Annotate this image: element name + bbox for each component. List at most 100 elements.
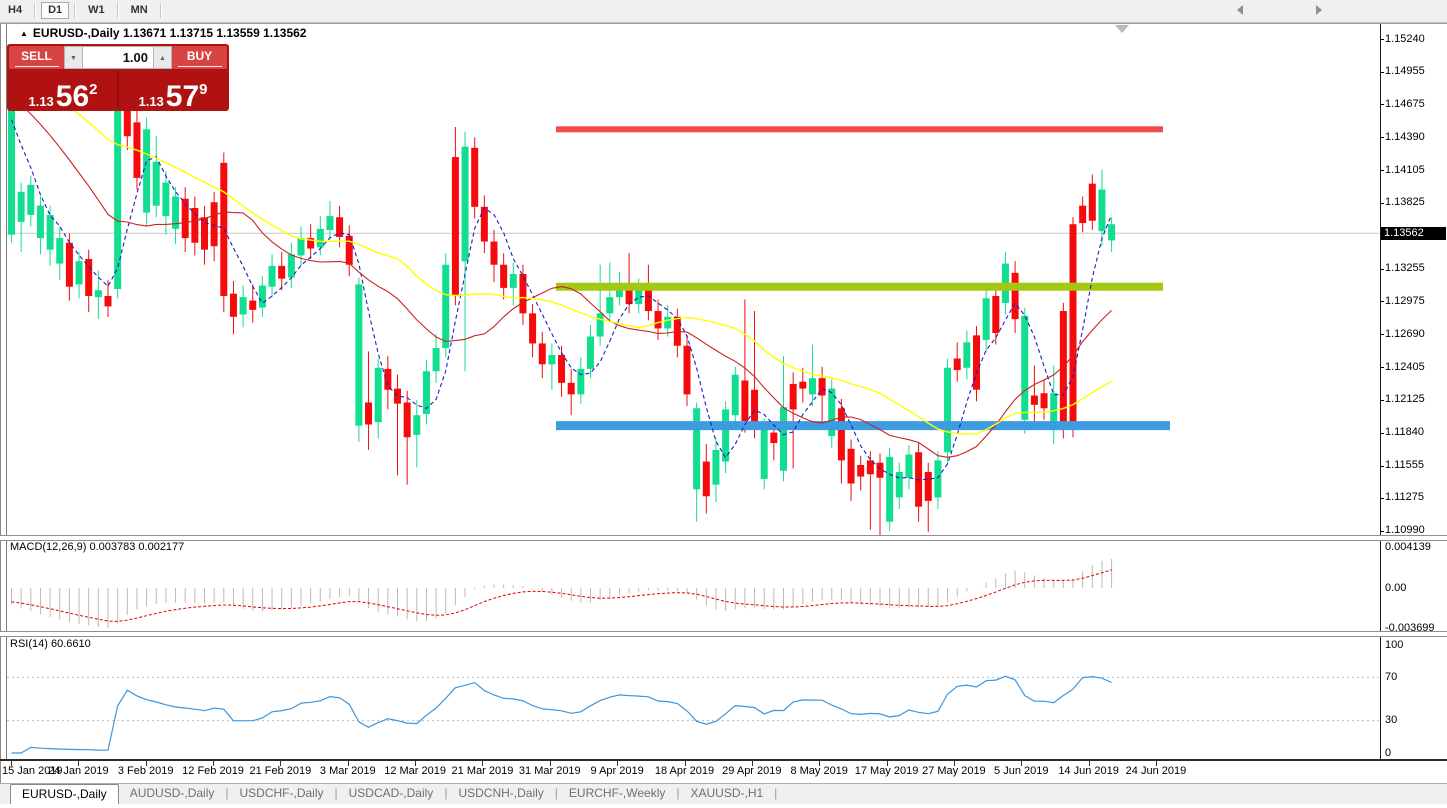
tab-scroll-right-icon[interactable] xyxy=(1316,5,1322,15)
date-axis-label: 31 Mar 2019 xyxy=(518,765,581,777)
macd-axis-label: 0.00 xyxy=(1385,581,1407,594)
date-axis-tick xyxy=(549,761,551,766)
volume-decrease-icon[interactable] xyxy=(64,46,83,69)
period-button-mn[interactable]: MN xyxy=(124,2,155,19)
date-axis-tick xyxy=(145,761,147,766)
date-axis-label: 29 Apr 2019 xyxy=(722,765,782,777)
price-axis-label: 1.11840 xyxy=(1385,426,1424,439)
price-axis-label: 1.12690 xyxy=(1385,327,1425,340)
price-axis-tick xyxy=(1380,530,1384,532)
date-axis-tick xyxy=(415,761,417,766)
date-axis-tick xyxy=(1155,761,1157,766)
sell-price[interactable]: 1.13562 xyxy=(9,71,117,113)
chart-frame-left xyxy=(6,24,7,761)
date-axis-tick xyxy=(347,761,349,766)
date-axis-tick xyxy=(886,761,888,766)
date-axis-label: 9 Apr 2019 xyxy=(590,765,644,777)
period-button-d1[interactable]: D1 xyxy=(41,2,70,19)
date-axis-label: 21 Mar 2019 xyxy=(451,765,514,777)
chart-tab-audusd[interactable]: AUDUSD-,Daily xyxy=(119,784,226,803)
date-axis-tick xyxy=(617,761,619,766)
chart-tab-eurusd[interactable]: EURUSD-,Daily xyxy=(10,784,119,804)
volume-increase-icon[interactable] xyxy=(153,46,172,69)
level-line-mid-support xyxy=(556,282,1163,291)
macd-indicator-label: MACD(12,26,9) 0.003783 0.002177 xyxy=(10,541,185,553)
level-line-resistance xyxy=(556,126,1163,133)
date-axis-label: 3 Feb 2019 xyxy=(117,765,174,777)
price-axis-label: 1.10990 xyxy=(1385,524,1425,537)
chart-tab-bar: EURUSD-,Daily AUDUSD-,Daily | USDCHF-,Daily… xyxy=(0,783,1447,804)
date-axis-tick xyxy=(1088,761,1090,766)
price-axis-tick xyxy=(1380,367,1384,369)
chart-title: ▲ EURUSD-,Daily 1.13671 1.13715 1.13559 1… xyxy=(20,26,306,40)
date-axis-label: 12 Feb 2019 xyxy=(182,765,244,777)
price-axis-tick xyxy=(1380,202,1384,204)
price-axis-tick xyxy=(1380,137,1384,139)
scroll-to-end-icon[interactable] xyxy=(1115,25,1129,33)
date-axis-label: 3 Mar 2019 xyxy=(319,765,376,777)
chart-tab-usdcnh[interactable]: USDCNH-,Daily xyxy=(447,784,554,803)
price-axis-tick xyxy=(1380,268,1384,270)
rsi-axis-label: 100 xyxy=(1385,638,1404,651)
date-axis-label: 14 Jun 2019 xyxy=(1058,765,1119,777)
price-axis-tick xyxy=(1380,334,1384,336)
date-axis-label: 8 May 2019 xyxy=(790,765,848,777)
period-toolbar: H4 D1 W1 MN xyxy=(0,0,1447,23)
price-axis-tick xyxy=(1380,71,1384,73)
date-axis-tick xyxy=(751,761,753,766)
price-axis-tick xyxy=(1380,170,1384,172)
chart-frame-top xyxy=(0,23,1447,24)
date-axis-label: 21 Feb 2019 xyxy=(249,765,312,777)
price-axis-label: 1.15240 xyxy=(1385,32,1425,45)
period-button-h4[interactable]: H4 xyxy=(1,2,29,19)
price-axis-tick xyxy=(1380,497,1384,499)
chart-ohlc-values: 1.13671 1.13715 1.13559 1.13562 xyxy=(122,26,307,40)
price-axis-label: 1.12405 xyxy=(1385,360,1425,373)
date-axis-tick xyxy=(78,761,80,766)
date-axis-tick xyxy=(482,761,484,766)
period-button-w1[interactable]: W1 xyxy=(81,2,112,19)
date-axis-label: 27 May 2019 xyxy=(922,765,986,777)
date-axis-label: 12 Mar 2019 xyxy=(384,765,446,777)
sell-button[interactable]: SELL xyxy=(9,46,64,69)
macd-axis-label: 0.004139 xyxy=(1385,540,1431,553)
price-axis-label: 1.14105 xyxy=(1385,163,1425,176)
date-axis-tick xyxy=(280,761,282,766)
buy-price[interactable]: 1.13579 xyxy=(117,71,227,113)
price-axis-label: 1.12125 xyxy=(1385,393,1425,406)
date-axis-label: 18 Apr 2019 xyxy=(654,765,715,777)
toolbar-separator xyxy=(34,3,37,18)
toolbar-separator xyxy=(116,3,119,18)
chart-tab-usdcad[interactable]: USDCAD-,Daily xyxy=(338,784,445,803)
price-axis-label: 1.13255 xyxy=(1385,262,1425,275)
price-axis-line xyxy=(1380,24,1381,761)
buy-button[interactable]: BUY xyxy=(172,46,227,69)
tab-scroll-left-icon[interactable] xyxy=(1237,5,1243,15)
volume-input[interactable] xyxy=(83,46,153,69)
price-axis-label: 1.12975 xyxy=(1385,294,1425,307)
date-axis-tick xyxy=(819,761,821,766)
rsi-panel-separator[interactable] xyxy=(0,631,1447,637)
date-axis-label: 24 Jan 2019 xyxy=(48,765,109,777)
macd-panel-separator[interactable] xyxy=(0,535,1447,541)
chart-symbol: EURUSD-,Daily xyxy=(32,26,120,40)
date-axis-tick xyxy=(953,761,955,766)
price-axis-label: 1.14675 xyxy=(1385,97,1425,110)
level-line-support xyxy=(556,421,1170,431)
chart-canvas[interactable] xyxy=(0,0,1447,808)
toolbar-separator xyxy=(159,3,162,18)
chart-tab-eurchf[interactable]: EURCHF-,Weekly xyxy=(558,784,676,803)
price-axis-tick xyxy=(1380,399,1384,401)
price-axis-label: 1.11275 xyxy=(1385,491,1424,504)
date-axis-tick xyxy=(1021,761,1023,766)
price-axis-label: 1.14390 xyxy=(1385,130,1425,143)
symbol-marker-icon: ▲ xyxy=(20,29,28,38)
price-axis-tick xyxy=(1380,465,1384,467)
price-axis-tick xyxy=(1380,39,1384,40)
chart-tab-xauusd[interactable]: XAUUSD-,H1 xyxy=(679,784,774,803)
macd-axis-label: -0.003699 xyxy=(1385,621,1435,634)
rsi-axis-label: 0 xyxy=(1385,746,1392,759)
price-axis-label: 1.13825 xyxy=(1385,196,1425,209)
chart-tab-usdchf[interactable]: USDCHF-,Daily xyxy=(229,784,335,803)
date-axis-label: 5 Jun 2019 xyxy=(994,765,1049,777)
